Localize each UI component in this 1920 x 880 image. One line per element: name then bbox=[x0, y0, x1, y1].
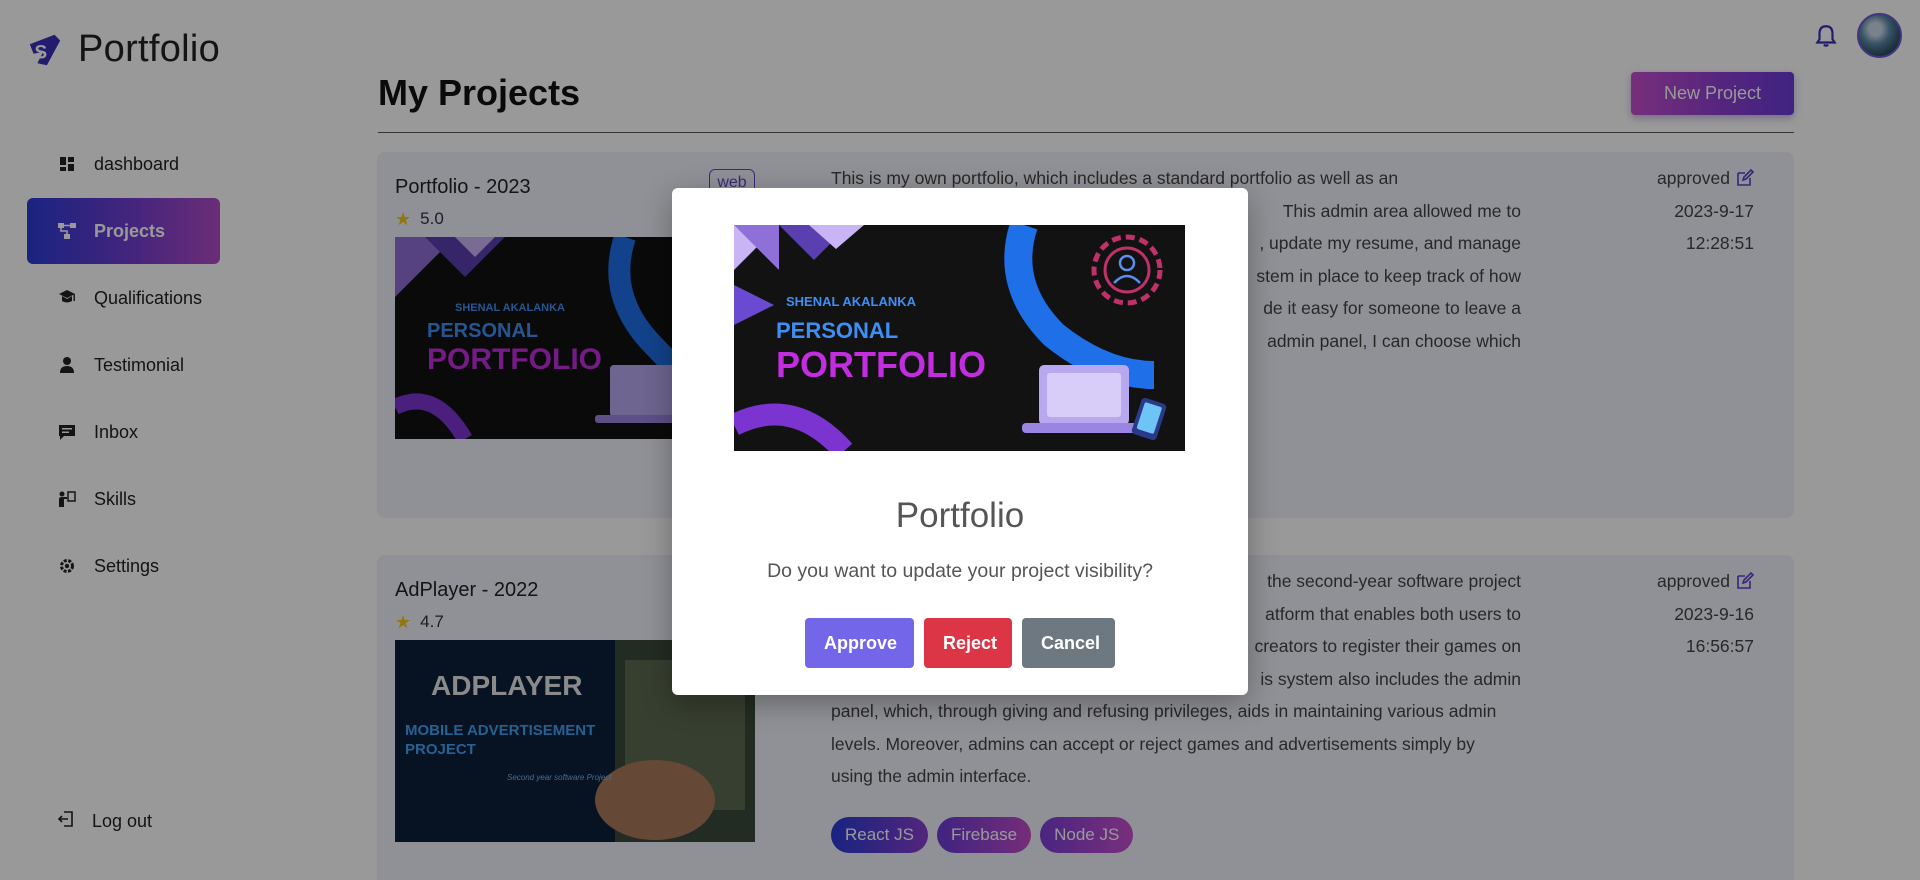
svg-text:SHENAL AKALANKA: SHENAL AKALANKA bbox=[786, 294, 917, 309]
dialog-actions: Approve Reject Cancel bbox=[672, 618, 1248, 668]
visibility-dialog: SHENAL AKALANKA PERSONAL PORTFOLIO Portf… bbox=[672, 188, 1248, 695]
approve-button[interactable]: Approve bbox=[805, 618, 914, 668]
reject-button[interactable]: Reject bbox=[924, 618, 1012, 668]
cancel-button[interactable]: Cancel bbox=[1022, 618, 1115, 668]
svg-text:PERSONAL: PERSONAL bbox=[776, 318, 898, 343]
dialog-image: SHENAL AKALANKA PERSONAL PORTFOLIO bbox=[734, 225, 1185, 451]
svg-text:PORTFOLIO: PORTFOLIO bbox=[776, 344, 986, 385]
dialog-title: Portfolio bbox=[895, 496, 1025, 535]
dialog-message: Do you want to update your project visib… bbox=[767, 560, 1153, 582]
